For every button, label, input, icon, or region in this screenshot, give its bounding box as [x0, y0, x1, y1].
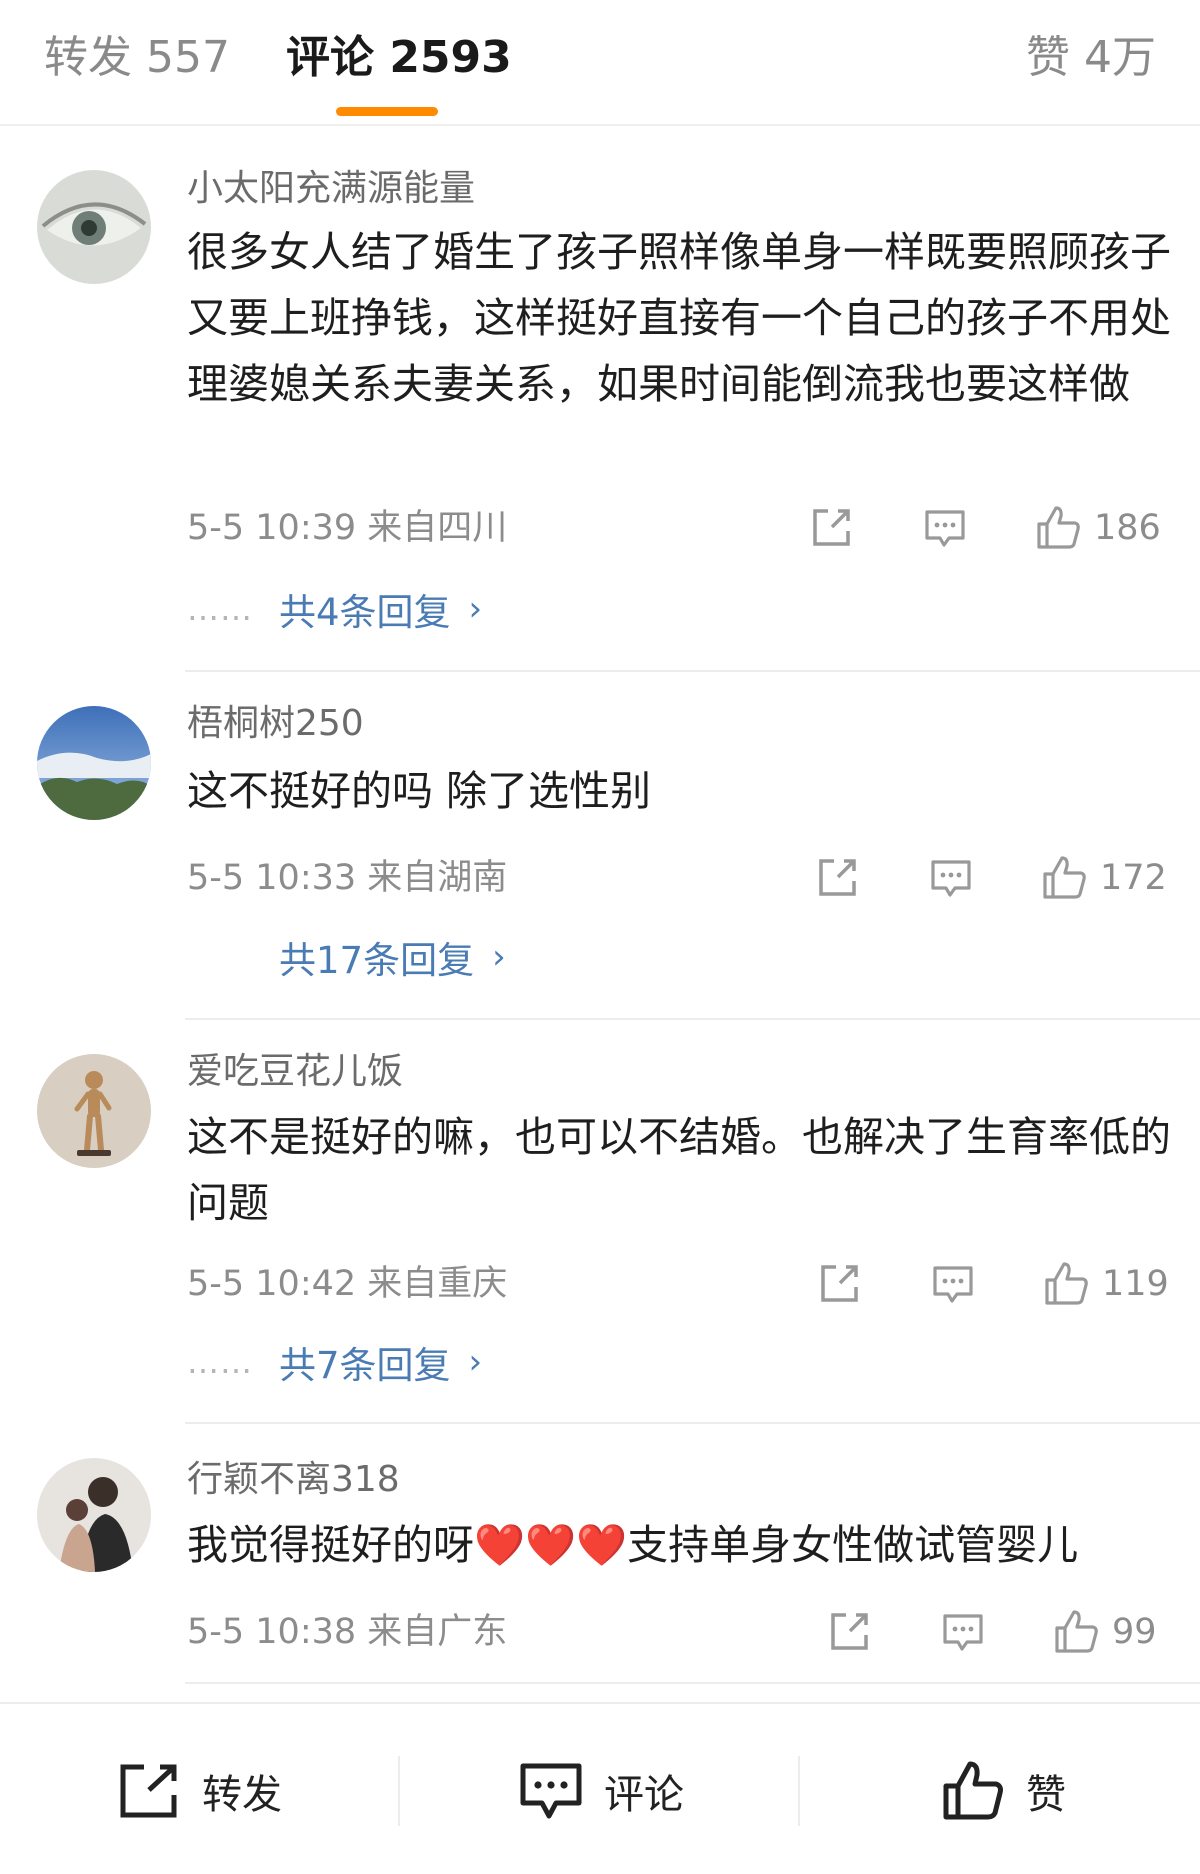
thumbs-up-icon	[1037, 506, 1080, 549]
avatar[interactable]	[37, 1054, 151, 1168]
comment-icon	[931, 860, 971, 897]
comment-label: 评论	[604, 1772, 684, 1818]
avatar[interactable]	[37, 170, 151, 284]
avatar[interactable]	[37, 1458, 151, 1572]
tab-comment[interactable]: 评论 2593	[286, 30, 512, 86]
divider	[185, 1018, 1200, 1020]
comment-username[interactable]: 行颖不离318	[187, 1458, 400, 1502]
divider	[398, 1756, 400, 1826]
comment-meta: 5-5 10:38 来自广东	[187, 1612, 508, 1652]
comment-text: 很多女人结了婚生了孩子照样像单身一样既要照顾孩子又要上班挣钱，这样挺好直接有一个…	[187, 228, 1171, 408]
thumbs-up-icon	[1045, 1262, 1088, 1305]
reply-count: 共4条回复	[279, 591, 451, 634]
comment-icon	[520, 1763, 582, 1819]
comment-icon	[943, 1614, 983, 1651]
share-button[interactable]	[814, 852, 860, 904]
share-button[interactable]	[808, 502, 854, 554]
share-icon	[831, 1613, 868, 1650]
comment-text: 我觉得挺好的呀❤️❤️❤️支持单身女性做试管婴儿	[187, 1521, 1079, 1569]
thumbs-up-icon	[1055, 1610, 1098, 1653]
tab-bar: 转发 557 评论 2593 赞 4万	[0, 0, 1200, 126]
like-count: 119	[1102, 1264, 1169, 1304]
comment-button[interactable]	[930, 1258, 976, 1310]
tab-repost[interactable]: 转发 557	[44, 30, 230, 86]
comment-icon	[933, 1266, 973, 1303]
tab-like[interactable]: 赞 4万	[1026, 30, 1156, 86]
comment-button[interactable]	[940, 1606, 986, 1658]
like-count: 172	[1100, 858, 1167, 898]
chevron-right-icon: ›	[492, 937, 506, 977]
comment-icon	[925, 510, 965, 547]
share-button[interactable]	[816, 1258, 862, 1310]
avatar[interactable]	[37, 706, 151, 820]
chevron-right-icon: ›	[468, 589, 483, 629]
like-count: 186	[1094, 508, 1161, 548]
view-replies-link[interactable]: …… 共7条回复 ›	[187, 1337, 482, 1387]
comment-button[interactable]: 评论	[518, 1758, 684, 1824]
share-icon	[821, 1265, 858, 1302]
share-button[interactable]	[826, 1606, 872, 1658]
like-button[interactable]: 119	[1042, 1258, 1169, 1310]
divider	[185, 1682, 1200, 1684]
reply-count: 共7条回复	[279, 1344, 451, 1387]
like-button[interactable]: 99	[1052, 1606, 1157, 1658]
reply-count: 共17条回复	[279, 939, 475, 982]
comment-text: 这不挺好的吗 除了选性别	[187, 767, 652, 815]
bottom-action-bar: 转发 评论 赞	[0, 1702, 1200, 1874]
thumbs-up-icon	[943, 1761, 1003, 1820]
divider	[185, 670, 1200, 672]
like-button[interactable]: 赞	[940, 1758, 1066, 1824]
like-label: 赞	[1026, 1772, 1066, 1818]
like-count: 99	[1112, 1612, 1157, 1652]
thumbs-up-icon	[1043, 856, 1086, 899]
share-icon	[813, 509, 850, 546]
like-button[interactable]: 172	[1040, 852, 1167, 904]
like-button[interactable]: 186	[1034, 502, 1161, 554]
chevron-right-icon: ›	[468, 1342, 483, 1382]
comment-meta: 5-5 10:42 来自重庆	[187, 1264, 508, 1304]
comment-text: 这不是挺好的嘛，也可以不结婚。也解决了生育率低的问题	[187, 1113, 1171, 1227]
share-icon	[120, 1764, 177, 1818]
share-icon	[819, 859, 856, 896]
comment-button[interactable]	[928, 852, 974, 904]
reply-dots: ……	[187, 590, 253, 628]
view-replies-link[interactable]: 共17条回复 ›	[187, 932, 506, 982]
reply-dots: ……	[187, 1343, 253, 1381]
comment-button[interactable]	[922, 502, 968, 554]
comment-username[interactable]: 小太阳充满源能量	[187, 167, 475, 211]
view-replies-link[interactable]: …… 共4条回复 ›	[187, 584, 482, 634]
repost-button[interactable]: 转发	[116, 1758, 282, 1824]
active-tab-indicator	[336, 107, 438, 116]
divider	[798, 1756, 800, 1826]
comment-username[interactable]: 爱吃豆花儿饭	[187, 1050, 403, 1094]
comment-meta: 5-5 10:39 来自四川	[187, 508, 508, 548]
repost-label: 转发	[202, 1772, 282, 1818]
comment-username[interactable]: 梧桐树250	[187, 702, 364, 746]
comment-meta: 5-5 10:33 来自湖南	[187, 858, 508, 898]
divider	[185, 1422, 1200, 1424]
